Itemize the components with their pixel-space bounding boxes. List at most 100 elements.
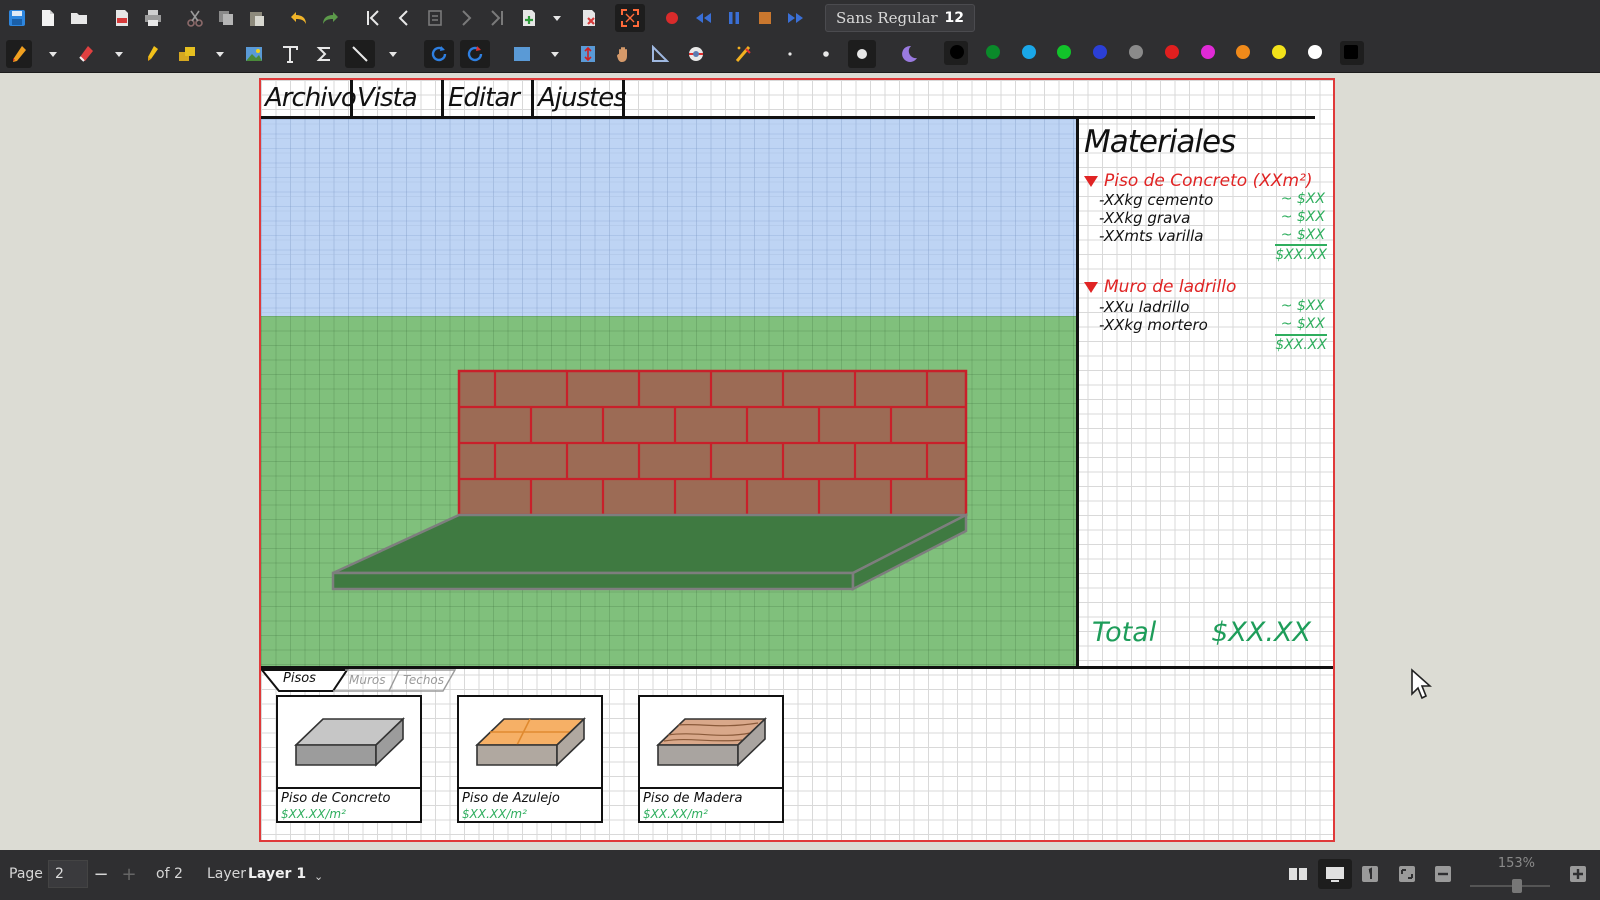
highlighter-icon[interactable] bbox=[140, 42, 164, 66]
laser-icon[interactable] bbox=[731, 42, 755, 66]
ruler-icon[interactable] bbox=[648, 42, 672, 66]
color-swatch[interactable] bbox=[950, 45, 964, 59]
concrete-slab bbox=[331, 512, 968, 592]
catalog-card-tile[interactable]: Piso de Azulejo $XX.XX/m² bbox=[457, 695, 603, 823]
next-page-icon[interactable] bbox=[454, 6, 478, 30]
line-dropdown[interactable] bbox=[388, 42, 398, 66]
pause-icon[interactable] bbox=[722, 6, 746, 30]
goto-page-icon[interactable] bbox=[423, 6, 447, 30]
catalog-card-concrete[interactable]: Piso de Concreto $XX.XX/m² bbox=[276, 695, 422, 823]
first-page-icon[interactable] bbox=[361, 6, 385, 30]
color-swatch[interactable] bbox=[1164, 45, 1179, 59]
color-swatch[interactable] bbox=[1021, 45, 1036, 59]
shape-fill-dropdown[interactable] bbox=[215, 42, 225, 66]
layer-dropdown-icon[interactable]: ⌄ bbox=[314, 870, 323, 883]
two-page-view-icon[interactable] bbox=[1288, 865, 1308, 883]
compass-icon[interactable] bbox=[684, 42, 708, 66]
collapse-triangle-icon[interactable] bbox=[1084, 175, 1098, 187]
line-icon[interactable] bbox=[348, 42, 372, 66]
shape-fill-icon[interactable] bbox=[175, 42, 199, 66]
select-rect-icon[interactable] bbox=[510, 42, 534, 66]
fast-forward-icon[interactable] bbox=[784, 6, 808, 30]
add-page-icon[interactable] bbox=[517, 6, 541, 30]
dot-large-icon[interactable] bbox=[850, 42, 874, 66]
tile-floor-thumbnail bbox=[475, 717, 586, 767]
record-icon[interactable] bbox=[660, 6, 684, 30]
image-icon[interactable] bbox=[242, 42, 266, 66]
stop-icon[interactable] bbox=[753, 6, 777, 30]
scene-viewport[interactable] bbox=[261, 119, 1079, 669]
zoom-slider[interactable] bbox=[1470, 885, 1550, 887]
redo-icon[interactable] bbox=[318, 6, 342, 30]
print-icon[interactable] bbox=[141, 6, 165, 30]
color-swatch[interactable] bbox=[1308, 45, 1322, 59]
color-swatch[interactable] bbox=[1200, 45, 1215, 59]
delete-page-icon[interactable] bbox=[577, 6, 601, 30]
section-brick-wall[interactable]: Muro de ladrillo bbox=[1084, 277, 1236, 297]
page-count: of 2 bbox=[156, 866, 183, 882]
paste-icon[interactable] bbox=[245, 6, 269, 30]
page-increment-button[interactable]: + bbox=[116, 860, 142, 888]
section-subtotal: $XX.XX bbox=[1275, 244, 1327, 263]
cut-icon[interactable] bbox=[183, 6, 207, 30]
material-price: ~ $XX bbox=[1280, 191, 1325, 207]
open-folder-icon[interactable] bbox=[67, 6, 91, 30]
catalog-card-wood[interactable]: Piso de Madera $XX.XX/m² bbox=[638, 695, 784, 823]
zoom-slider-handle[interactable] bbox=[1512, 879, 1522, 893]
menu-ajustes-label: Ajustes bbox=[538, 83, 627, 113]
wood-floor-thumbnail bbox=[656, 717, 767, 767]
dot-medium-icon[interactable] bbox=[814, 42, 838, 66]
undo-icon[interactable] bbox=[287, 6, 311, 30]
font-selector[interactable]: Sans Regular 12 bbox=[825, 4, 975, 32]
redraw-icon[interactable] bbox=[463, 42, 487, 66]
moon-icon[interactable] bbox=[897, 42, 921, 66]
zoom-level: 153% bbox=[1497, 856, 1535, 871]
layer-selector[interactable]: Layer 1 bbox=[248, 866, 306, 882]
rewind-icon[interactable] bbox=[691, 6, 715, 30]
math-icon[interactable] bbox=[313, 42, 337, 66]
collapse-triangle-icon[interactable] bbox=[1084, 281, 1098, 293]
pen-dropdown[interactable] bbox=[48, 42, 58, 66]
zoom-fit-icon[interactable] bbox=[1397, 865, 1417, 883]
dot-small-icon[interactable] bbox=[778, 42, 802, 66]
material-price: ~ $XX bbox=[1280, 209, 1325, 225]
save-icon[interactable] bbox=[5, 6, 29, 30]
new-document-icon[interactable] bbox=[36, 6, 60, 30]
page-number-input[interactable]: 2 bbox=[48, 860, 88, 888]
hand-icon[interactable] bbox=[612, 42, 636, 66]
material-price: ~ $XX bbox=[1280, 298, 1325, 314]
zoom-out-icon[interactable] bbox=[1433, 865, 1453, 883]
section-subtotal: $XX.XX bbox=[1275, 334, 1327, 353]
color-swatch[interactable] bbox=[985, 45, 1000, 59]
menu-editar[interactable]: Editar bbox=[444, 80, 534, 116]
copy-icon[interactable] bbox=[214, 6, 238, 30]
tab-muros[interactable]: Muros bbox=[349, 673, 386, 687]
eraser-icon[interactable] bbox=[74, 42, 98, 66]
eraser-dropdown[interactable] bbox=[114, 42, 124, 66]
tab-techos[interactable]: Techos bbox=[403, 673, 444, 687]
menu-editar-label: Editar bbox=[448, 83, 520, 113]
zoom-100-icon[interactable] bbox=[1360, 865, 1380, 883]
section-concrete-floor[interactable]: Piso de Concreto (XXm²) bbox=[1084, 171, 1313, 191]
color-swatch[interactable] bbox=[1343, 45, 1358, 59]
pen-icon[interactable] bbox=[7, 42, 31, 66]
fullscreen-icon[interactable] bbox=[618, 6, 642, 30]
menu-ajustes[interactable]: Ajustes bbox=[534, 80, 627, 116]
presentation-view-icon[interactable] bbox=[1325, 865, 1345, 883]
previous-page-icon[interactable] bbox=[392, 6, 416, 30]
menu-archivo[interactable]: Archivo bbox=[261, 80, 357, 116]
text-icon[interactable] bbox=[278, 42, 302, 66]
select-dropdown[interactable] bbox=[550, 42, 560, 66]
menu-vista[interactable]: Vista bbox=[353, 80, 444, 116]
brick-wall bbox=[457, 369, 968, 517]
last-page-icon[interactable] bbox=[485, 6, 509, 30]
page-decrement-button[interactable]: − bbox=[88, 860, 114, 888]
zoom-in-icon[interactable] bbox=[1568, 865, 1588, 883]
rotate-icon[interactable] bbox=[427, 42, 451, 66]
layer-label: Layer bbox=[207, 866, 247, 882]
vertical-space-icon[interactable] bbox=[576, 42, 600, 66]
tab-pisos[interactable]: Pisos bbox=[283, 671, 316, 686]
color-swatch[interactable] bbox=[1129, 45, 1143, 59]
add-page-dropdown[interactable] bbox=[552, 6, 562, 30]
export-pdf-icon[interactable] bbox=[110, 6, 134, 30]
